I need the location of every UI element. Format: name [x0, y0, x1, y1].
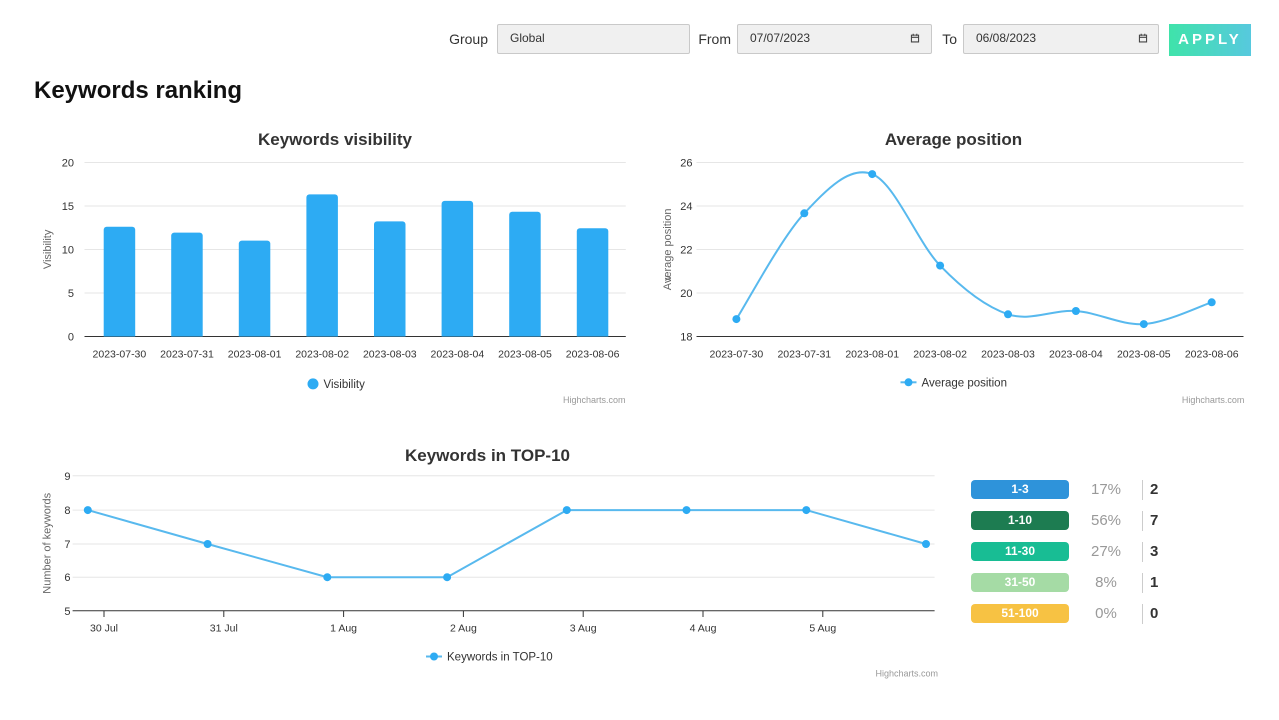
- svg-text:0: 0: [68, 332, 74, 344]
- svg-text:v: v: [662, 275, 674, 281]
- svg-text:2023-08-02: 2023-08-02: [913, 349, 967, 361]
- svg-text:2023-08-04: 2023-08-04: [1049, 349, 1103, 361]
- svg-text:Highcharts.com: Highcharts.com: [1182, 395, 1245, 405]
- svg-text:5: 5: [64, 606, 70, 618]
- svg-text:15: 15: [62, 201, 74, 213]
- svg-text:Number of keywords: Number of keywords: [42, 492, 54, 593]
- svg-text:20: 20: [680, 288, 692, 300]
- svg-text:Keywords visibility: Keywords visibility: [258, 130, 413, 149]
- svg-text:2023-08-04: 2023-08-04: [431, 349, 485, 361]
- svg-text:2023-08-05: 2023-08-05: [498, 349, 552, 361]
- svg-text:6: 6: [64, 572, 70, 584]
- svg-text:2023-08-02: 2023-08-02: [295, 349, 349, 361]
- svg-text:Highcharts.com: Highcharts.com: [875, 669, 938, 679]
- svg-text:2023-08-06: 2023-08-06: [1185, 349, 1239, 361]
- svg-text:24: 24: [680, 201, 692, 213]
- svg-text:22: 22: [680, 245, 692, 257]
- svg-text:3 Aug: 3 Aug: [570, 623, 597, 635]
- svg-text:8: 8: [64, 505, 70, 517]
- svg-text:Average position: Average position: [922, 377, 1007, 389]
- svg-text:4 Aug: 4 Aug: [690, 623, 717, 635]
- svg-text:7: 7: [64, 539, 70, 551]
- svg-text:Highcharts.com: Highcharts.com: [563, 395, 626, 405]
- svg-text:5: 5: [68, 288, 74, 300]
- svg-text:30 Jul: 30 Jul: [90, 623, 118, 635]
- svg-text:Visibility: Visibility: [42, 229, 54, 269]
- svg-text:2023-08-05: 2023-08-05: [1117, 349, 1171, 361]
- svg-text:Keywords in TOP-10: Keywords in TOP-10: [447, 652, 553, 664]
- svg-text:20: 20: [62, 158, 74, 170]
- svg-text:Average position: Average position: [885, 130, 1022, 149]
- svg-text:2023-08-06: 2023-08-06: [566, 349, 620, 361]
- svg-text:26: 26: [680, 158, 692, 170]
- svg-text:2023-07-30: 2023-07-30: [710, 349, 764, 361]
- svg-text:10: 10: [62, 245, 74, 257]
- svg-text:Visibility: Visibility: [324, 379, 366, 391]
- svg-text:2023-07-30: 2023-07-30: [93, 349, 147, 361]
- svg-text:2023-08-01: 2023-08-01: [845, 349, 899, 361]
- svg-text:2023-07-31: 2023-07-31: [160, 349, 214, 361]
- svg-text:1 Aug: 1 Aug: [330, 623, 357, 635]
- svg-text:31 Jul: 31 Jul: [210, 623, 238, 635]
- svg-text:18: 18: [680, 332, 692, 344]
- svg-text:5 Aug: 5 Aug: [809, 623, 836, 635]
- svg-text:2 Aug: 2 Aug: [450, 623, 477, 635]
- svg-text:2023-08-03: 2023-08-03: [981, 349, 1035, 361]
- svg-text:2023-08-03: 2023-08-03: [363, 349, 417, 361]
- svg-text:2023-07-31: 2023-07-31: [777, 349, 831, 361]
- svg-text:Keywords in TOP-10: Keywords in TOP-10: [405, 446, 570, 465]
- svg-text:2023-08-01: 2023-08-01: [228, 349, 282, 361]
- svg-text:9: 9: [64, 471, 70, 483]
